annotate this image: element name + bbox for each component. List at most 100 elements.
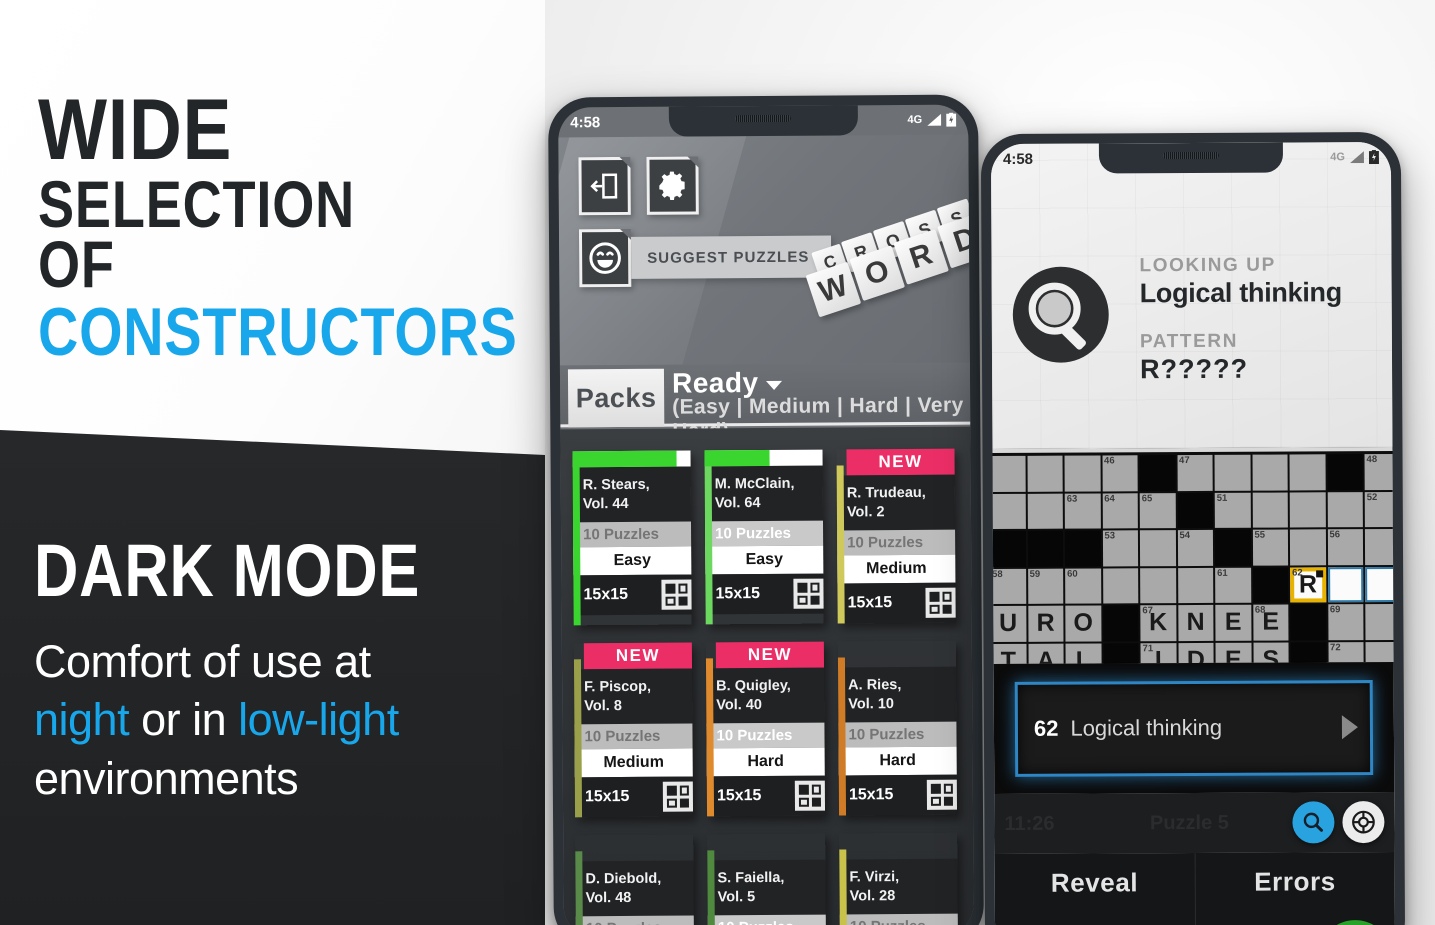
crossword-cell[interactable]: 71 I (1140, 642, 1177, 665)
crossword-cell[interactable]: 56 (1327, 529, 1364, 565)
chevron-down-icon[interactable] (765, 380, 782, 390)
pack-puzzle-count: 10 Puzzles (837, 529, 956, 556)
pack-size: 15x15 (715, 585, 761, 603)
crossword-cell[interactable]: 64 (1102, 492, 1138, 529)
pack-card[interactable]: M. McClain, Vol. 64 10 Puzzles Easy 15x15 (704, 449, 824, 625)
crossword-cell[interactable]: 47 (1177, 454, 1213, 491)
crossword-cell[interactable]: 67 K (1140, 605, 1176, 641)
crossword-cell[interactable]: 68 E (1252, 604, 1289, 641)
crossword-cell[interactable]: 54 (1177, 529, 1214, 566)
crossword-cell[interactable] (1365, 603, 1394, 640)
crossword-cell[interactable] (1140, 567, 1176, 604)
packs-filter-bar: Packs Ready (Easy | Medium | Hard | Very… (559, 362, 971, 443)
pack-card[interactable]: R. Stears, Vol. 44 10 Puzzles Easy 15x15 (572, 450, 692, 626)
earpiece-speaker (1162, 151, 1219, 160)
crossword-cell[interactable]: 60 (1065, 567, 1101, 604)
pack-card[interactable]: NEW R. Trudeau, Vol. 2 10 Puzzles Medium 15x1… (836, 448, 956, 624)
crossword-cell[interactable] (1252, 454, 1288, 491)
packs-list[interactable]: R. Stears, Vol. 44 10 Puzzles Easy 15x15 M. M… (560, 426, 974, 925)
phone2-clock: 4:58 (1002, 150, 1034, 168)
crossword-cell[interactable] (1289, 529, 1326, 565)
crossword-cell[interactable] (1102, 567, 1139, 604)
crossword-cell[interactable] (1027, 493, 1063, 529)
exit-icon[interactable] (578, 156, 631, 216)
cell-number: 69 (1329, 604, 1341, 616)
crossword-cell[interactable]: U (992, 605, 1026, 642)
crossword-cell[interactable]: R (1027, 605, 1064, 642)
cell-number: 47 (1179, 455, 1190, 467)
pack-card[interactable]: F. Virzi,Vol. 2810 PuzzlesMedium15x15 (839, 833, 958, 925)
crossword-cell[interactable]: 53 (1102, 530, 1139, 566)
current-clue-box[interactable]: 62 Logical thinking (1014, 679, 1374, 777)
crossword-cell[interactable]: O (1065, 605, 1101, 642)
puzzle-meta-bar: 11:26 Puzzle 5 (994, 791, 1395, 855)
cell-number: 51 (1216, 492, 1228, 504)
tool-errors[interactable]: Errors (1195, 852, 1395, 925)
looking-up-value: Logical thinking (1139, 277, 1342, 309)
gear-icon[interactable] (646, 156, 699, 215)
crossword-cell[interactable]: 61 (1215, 567, 1251, 603)
next-arrow-icon[interactable] (1341, 715, 1359, 740)
crossword-cell[interactable]: 59 (1027, 568, 1064, 604)
crossword-cell[interactable]: N (1177, 604, 1214, 641)
crossword-cell[interactable] (1289, 454, 1326, 490)
cell-letter: U (999, 609, 1018, 638)
crossword-cell[interactable]: 48 (1364, 453, 1394, 490)
pack-puzzle-count: 10 Puzzles (704, 520, 824, 547)
pack-card[interactable]: NEW F. Piscop, Vol. 8 10 Puzzles Medium 15x15 (573, 642, 694, 818)
cell-number: 56 (1329, 529, 1341, 541)
crossword-cell[interactable] (1365, 566, 1394, 603)
crossword-cell[interactable] (1252, 492, 1288, 528)
crossword-cell[interactable]: 51 (1214, 492, 1251, 528)
tab-packs[interactable]: Packs (567, 368, 665, 428)
crossword-cell[interactable] (1177, 567, 1214, 604)
pack-size: 15x15 (848, 786, 894, 804)
crossword-cell[interactable]: 62 R (1290, 566, 1326, 603)
errors-toggle[interactable] (1324, 920, 1386, 925)
tool-reveal[interactable]: Reveal (994, 852, 1196, 925)
crossword-grid[interactable]: 4647486364655152535455565859606162R63646… (992, 446, 1394, 665)
crossword-cell[interactable]: 63 (1064, 492, 1101, 529)
dark-body-night: night (34, 694, 130, 746)
crossword-cell[interactable] (992, 493, 1026, 530)
crossword-cell[interactable] (1064, 455, 1101, 492)
pack-puzzle-count: 10 Puzzles (574, 723, 693, 750)
crossword-cell[interactable]: S (1252, 642, 1289, 665)
crossword-cell[interactable] (1214, 454, 1251, 491)
smiley-icon[interactable] (578, 228, 632, 288)
crossword-cell[interactable]: T (992, 643, 1027, 665)
crossword-cell[interactable]: 46 (1102, 455, 1138, 491)
search-button[interactable] (1292, 801, 1335, 844)
crossword-cell[interactable]: E (1215, 642, 1252, 665)
crossword-cell[interactable]: 69 (1327, 604, 1364, 640)
crossword-cell[interactable] (992, 455, 1026, 492)
crossword-cell[interactable] (1139, 530, 1176, 566)
crossword-cell[interactable]: E (1215, 604, 1251, 641)
crossword-cell[interactable]: 72 (1327, 641, 1364, 665)
crossword-cell[interactable] (1027, 455, 1063, 492)
crossword-cell[interactable]: D (1177, 642, 1214, 665)
crossword-cell[interactable] (1364, 528, 1394, 565)
phone-packs-screen: 4:58 4G SUGGEST PUZZLES C R O S S W O R … (548, 94, 984, 925)
crossword-cell[interactable]: A (1027, 643, 1064, 665)
crossword-cell[interactable]: 58 (992, 568, 1026, 605)
pack-card[interactable]: D. Diebold,Vol. 4810 PuzzlesEasy15x15 (575, 835, 694, 925)
crossword-cell[interactable]: L (1065, 642, 1102, 665)
crossword-cell[interactable]: 65 (1139, 492, 1176, 529)
pack-card[interactable]: NEW B. Quigley, Vol. 40 10 Puzzles Hard 15x15 (705, 641, 826, 817)
crossword-cell[interactable] (1289, 491, 1326, 528)
crossword-cell[interactable] (1327, 566, 1364, 603)
crossword-cell[interactable]: 52 (1364, 491, 1394, 528)
pack-card[interactable]: S. Faiella,Vol. 510 PuzzlesEasy15x15 (707, 834, 826, 925)
phone-puzzle-screen: LOOKING UP Logical thinking PATTERN R???… (980, 131, 1406, 925)
crossword-cell[interactable] (1327, 491, 1363, 528)
pack-card[interactable]: A. Ries, Vol. 10 10 Puzzles Hard 15x15 (837, 641, 958, 816)
crossword-cell[interactable]: 55 (1252, 529, 1289, 566)
pack-puzzle-count: 10 Puzzles (706, 722, 825, 749)
help-button[interactable] (1342, 801, 1385, 844)
difficulty-accent-stripe (707, 850, 716, 925)
crossword-cell[interactable] (1365, 641, 1394, 665)
pattern-value: R????? (1139, 353, 1249, 385)
cell-number: 52 (1366, 491, 1378, 503)
difficulty-accent-stripe (836, 465, 845, 624)
